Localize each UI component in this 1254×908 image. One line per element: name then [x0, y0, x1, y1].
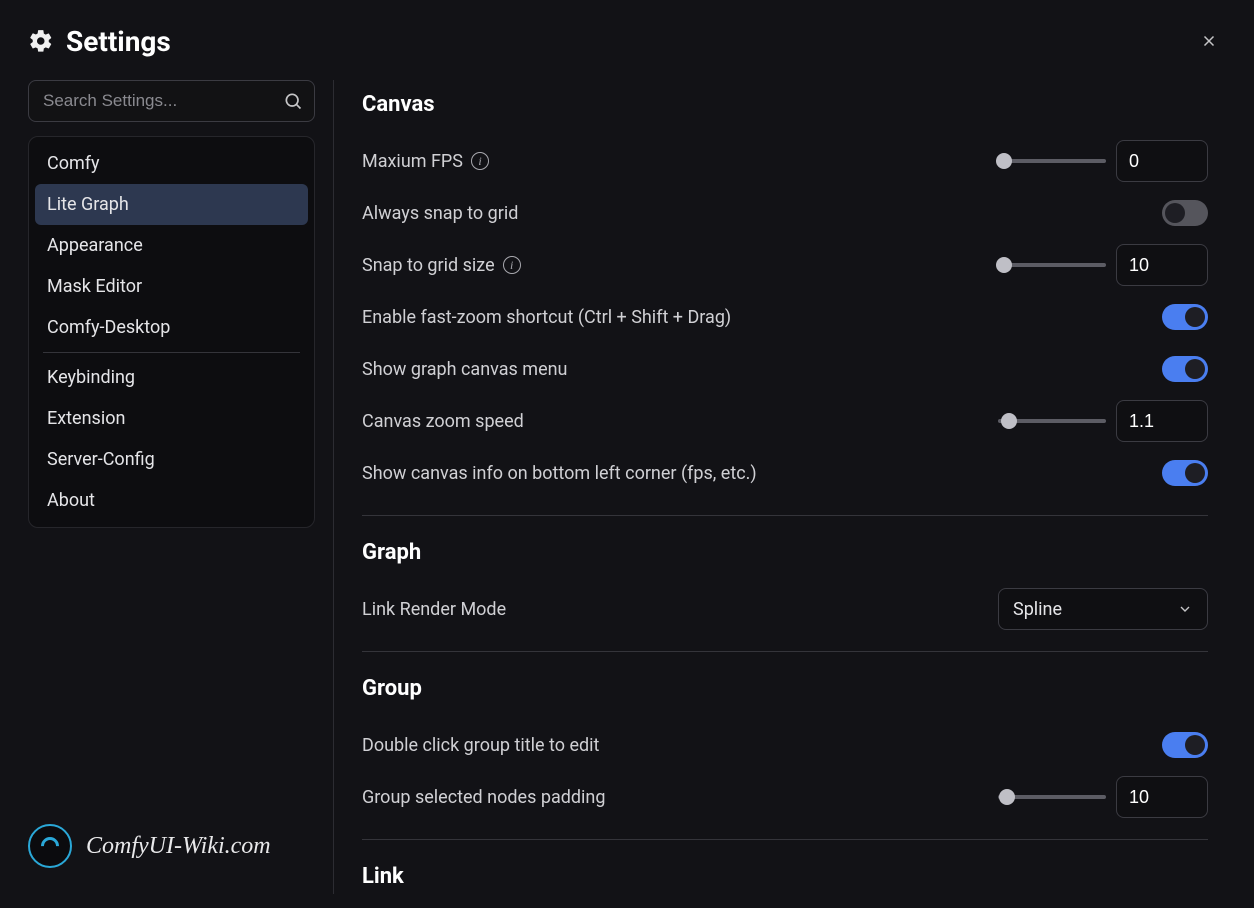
label-show-menu: Show graph canvas menu — [362, 359, 567, 380]
sidebar-item-about[interactable]: About — [35, 480, 308, 521]
watermark-logo-icon — [28, 824, 72, 868]
row-fast-zoom: Enable fast-zoom shortcut (Ctrl + Shift … — [362, 291, 1208, 343]
label-link-render: Link Render Mode — [362, 599, 506, 620]
label-zoom-speed: Canvas zoom speed — [362, 411, 524, 432]
sidebar-item-comfy-desktop[interactable]: Comfy-Desktop — [35, 307, 308, 348]
input-max-fps[interactable] — [1116, 140, 1208, 182]
section-title-canvas: Canvas — [362, 92, 1208, 117]
row-link-render: Link Render Mode Spline — [362, 583, 1208, 635]
toggle-show-menu[interactable] — [1162, 356, 1208, 382]
label-show-info: Show canvas info on bottom left corner (… — [362, 463, 757, 484]
controls — [998, 140, 1208, 182]
label-text: Snap to grid size — [362, 255, 495, 276]
label-max-fps: Maxium FPS i — [362, 151, 489, 172]
toggle-always-snap[interactable] — [1162, 200, 1208, 226]
sidebar-item-keybinding[interactable]: Keybinding — [35, 357, 308, 398]
nav-separator — [43, 352, 300, 353]
body: Comfy Lite Graph Appearance Mask Editor … — [28, 80, 1226, 894]
row-show-menu: Show graph canvas menu — [362, 343, 1208, 395]
header: Settings — [28, 24, 1226, 58]
slider-group-padding[interactable] — [998, 795, 1106, 799]
close-icon — [1200, 32, 1218, 50]
sidebar-item-mask-editor[interactable]: Mask Editor — [35, 266, 308, 307]
sidebar-item-extension[interactable]: Extension — [35, 398, 308, 439]
row-always-snap: Always snap to grid — [362, 187, 1208, 239]
info-icon[interactable]: i — [471, 152, 489, 170]
toggle-fast-zoom[interactable] — [1162, 304, 1208, 330]
section-divider — [362, 651, 1208, 652]
sidebar-item-appearance[interactable]: Appearance — [35, 225, 308, 266]
select-link-render[interactable]: Spline — [998, 588, 1208, 630]
label-always-snap: Always snap to grid — [362, 203, 518, 224]
sidebar-item-comfy[interactable]: Comfy — [35, 143, 308, 184]
sidebar: Comfy Lite Graph Appearance Mask Editor … — [28, 80, 333, 894]
page-title: Settings — [66, 25, 171, 58]
slider-zoom-speed[interactable] — [998, 419, 1106, 423]
watermark-text: ComfyUI-Wiki.com — [86, 833, 271, 860]
title-wrap: Settings — [28, 25, 171, 58]
settings-window: Settings Comfy Lite Graph Appearance Mas… — [0, 0, 1254, 908]
slider-snap-size[interactable] — [998, 263, 1106, 267]
label-group-padding: Group selected nodes padding — [362, 787, 605, 808]
label-dbl-click: Double click group title to edit — [362, 735, 599, 756]
sidebar-nav: Comfy Lite Graph Appearance Mask Editor … — [28, 136, 315, 528]
sidebar-item-server-config[interactable]: Server-Config — [35, 439, 308, 480]
input-group-padding[interactable] — [1116, 776, 1208, 818]
search-input[interactable] — [28, 80, 315, 122]
section-divider — [362, 515, 1208, 516]
chevron-down-icon — [1177, 601, 1193, 617]
row-group-padding: Group selected nodes padding — [362, 771, 1208, 823]
sidebar-item-lite-graph[interactable]: Lite Graph — [35, 184, 308, 225]
controls — [998, 776, 1208, 818]
toggle-dbl-click[interactable] — [1162, 732, 1208, 758]
controls — [998, 400, 1208, 442]
close-button[interactable] — [1192, 24, 1226, 58]
section-divider — [362, 839, 1208, 840]
search-icon — [283, 91, 303, 111]
vertical-divider — [333, 80, 334, 894]
section-title-link: Link — [362, 864, 1208, 889]
section-title-group: Group — [362, 676, 1208, 701]
input-snap-size[interactable] — [1116, 244, 1208, 286]
row-zoom-speed: Canvas zoom speed — [362, 395, 1208, 447]
input-zoom-speed[interactable] — [1116, 400, 1208, 442]
search-wrap — [28, 80, 315, 122]
row-show-info: Show canvas info on bottom left corner (… — [362, 447, 1208, 499]
section-title-graph: Graph — [362, 540, 1208, 565]
toggle-show-info[interactable] — [1162, 460, 1208, 486]
label-text: Maxium FPS — [362, 151, 463, 172]
slider-max-fps[interactable] — [998, 159, 1106, 163]
select-value: Spline — [1013, 599, 1062, 620]
row-max-fps: Maxium FPS i — [362, 135, 1208, 187]
row-snap-size: Snap to grid size i — [362, 239, 1208, 291]
controls — [998, 244, 1208, 286]
info-icon[interactable]: i — [503, 256, 521, 274]
watermark: ComfyUI-Wiki.com — [28, 824, 271, 868]
row-dbl-click: Double click group title to edit — [362, 719, 1208, 771]
label-fast-zoom: Enable fast-zoom shortcut (Ctrl + Shift … — [362, 307, 731, 328]
label-snap-size: Snap to grid size i — [362, 255, 521, 276]
main-panel[interactable]: Canvas Maxium FPS i Always snap to grid … — [362, 80, 1226, 894]
gear-icon — [28, 28, 54, 54]
